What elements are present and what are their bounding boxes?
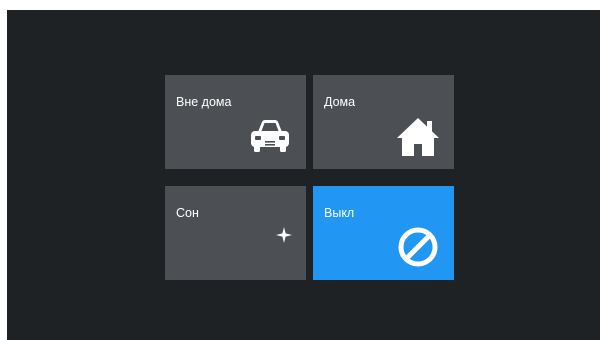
mode-tile-off[interactable]: Выкл: [313, 186, 454, 280]
mode-tile-home[interactable]: Дома: [313, 75, 454, 169]
mode-label-off: Выкл: [324, 206, 355, 220]
mode-selection-screen: Вне дома Дома Сон Выкл: [7, 10, 600, 340]
mode-tile-sleep[interactable]: Сон: [165, 186, 306, 280]
mode-label-home: Дома: [324, 95, 356, 109]
moon-star-icon: [259, 227, 292, 264]
mode-label-away: Вне дома: [176, 95, 232, 109]
mode-tile-away[interactable]: Вне дома: [165, 75, 306, 169]
mode-label-sleep: Сон: [176, 206, 199, 220]
house-icon: [397, 118, 439, 156]
car-icon: [251, 120, 289, 152]
prohibited-icon: [398, 227, 438, 267]
